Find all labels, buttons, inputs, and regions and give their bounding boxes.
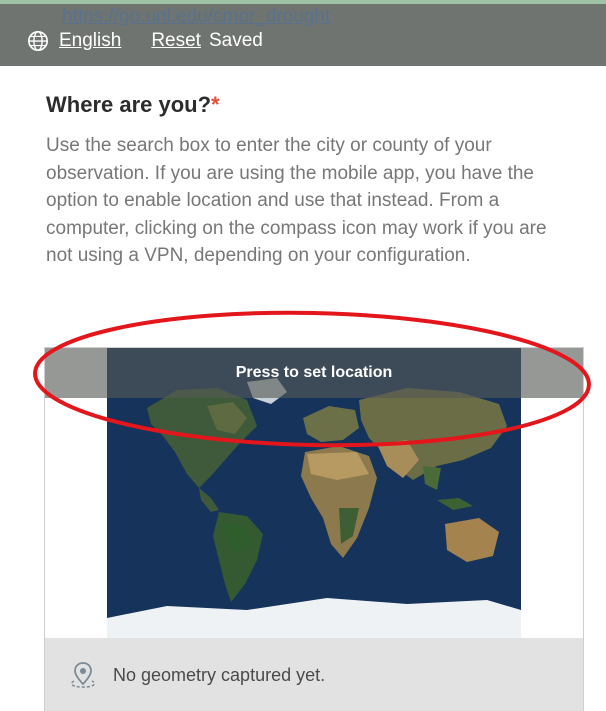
question-description: Use the search box to enter the city or … — [46, 135, 547, 266]
url-link[interactable]: https://go.unl.edu/cmor_drought — [62, 6, 330, 28]
question-title: Where are you?* — [46, 92, 220, 118]
set-location-banner[interactable]: Press to set location — [45, 348, 583, 398]
saved-status: Saved — [208, 30, 263, 51]
location-pin-icon[interactable] — [67, 659, 99, 691]
top-bar: https://go.unl.edu/cmor_drought English … — [0, 0, 606, 66]
globe-icon[interactable] — [27, 30, 49, 52]
set-location-label: Press to set location — [235, 364, 393, 381]
required-marker: * — [211, 92, 220, 117]
question-title-text: Where are you? — [46, 92, 212, 117]
language-link[interactable]: English — [59, 30, 121, 52]
top-bar-controls: English Reset Saved — [27, 30, 263, 52]
reset-link[interactable]: Reset — [151, 30, 201, 52]
geometry-status-bar: No geometry captured yet. — [45, 638, 583, 711]
geometry-status-text: No geometry captured yet. — [113, 664, 326, 685]
map-picker[interactable]: Press to set location No geometry captur… — [44, 347, 584, 711]
